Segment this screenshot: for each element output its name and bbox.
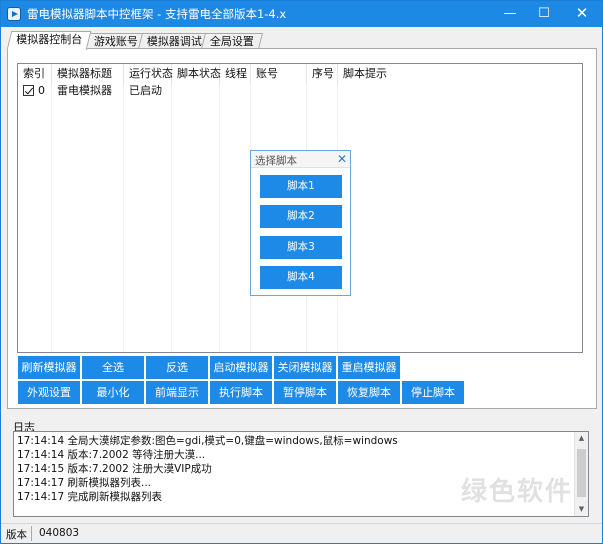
tab-global-settings[interactable]: 全局设置 bbox=[201, 33, 263, 49]
select-script-dialog: 选择脚本 ✕ 脚本1 脚本2 脚本3 脚本4 bbox=[250, 150, 351, 296]
appearance-settings-button[interactable]: 外观设置 bbox=[18, 381, 80, 404]
cell-index: 0 bbox=[38, 84, 45, 97]
column-header-account[interactable]: 账号 bbox=[251, 64, 307, 84]
resume-script-button[interactable]: 恢复脚本 bbox=[338, 381, 400, 404]
grid-line bbox=[123, 84, 124, 352]
scroll-down-arrow-icon[interactable]: ▼ bbox=[575, 503, 588, 516]
dialog-close-icon[interactable]: ✕ bbox=[337, 152, 347, 166]
log-line: 17:14:14 全局大漠绑定参数:图色=gdi,模式=0,键盘=windows… bbox=[17, 435, 398, 447]
log-line: 17:14:17 完成刷新模拟器列表 bbox=[17, 491, 162, 503]
log-scrollbar[interactable]: ▲ ▼ bbox=[574, 432, 588, 516]
scroll-up-arrow-icon[interactable]: ▲ bbox=[575, 432, 588, 445]
list-header: 索引 模拟器标题 运行状态 脚本状态 线程 账号 序号 脚本提示 bbox=[18, 64, 582, 84]
version-label: 版本 bbox=[6, 529, 27, 541]
script-4-button[interactable]: 脚本4 bbox=[260, 266, 342, 289]
column-header-script-status[interactable]: 脚本状态 bbox=[172, 64, 221, 84]
script-2-button[interactable]: 脚本2 bbox=[260, 205, 342, 228]
stop-script-button[interactable]: 停止脚本 bbox=[402, 381, 464, 404]
run-script-button[interactable]: 执行脚本 bbox=[210, 381, 272, 404]
column-header-seq[interactable]: 序号 bbox=[307, 64, 338, 84]
title-bar[interactable]: 雷电模拟器脚本中控框架 - 支持雷电全部版本1-4.x — ☐ ✕ bbox=[1, 1, 602, 27]
minimize-button[interactable]: — bbox=[493, 1, 527, 27]
close-button[interactable]: ✕ bbox=[565, 1, 599, 27]
version-value: 040803 bbox=[39, 527, 80, 539]
pause-script-button[interactable]: 暂停脚本 bbox=[274, 381, 336, 404]
close-emulator-button[interactable]: 关闭模拟器 bbox=[274, 356, 336, 379]
grid-line bbox=[219, 84, 220, 352]
tab-strip: 模拟器控制台 游戏账号 模拟器调试 全局设置 bbox=[6, 31, 597, 50]
column-header-thread[interactable]: 线程 bbox=[220, 64, 251, 84]
log-line: 17:14:14 版本:7.2002 等待注册大漠... bbox=[17, 449, 206, 461]
log-line: 17:14:15 版本:7.2002 注册大漠VIP成功 bbox=[17, 463, 212, 475]
restart-emulator-button[interactable]: 重启模拟器 bbox=[338, 356, 400, 379]
select-all-button[interactable]: 全选 bbox=[82, 356, 144, 379]
row-checkbox-checked[interactable] bbox=[23, 85, 34, 96]
dialog-title-bar[interactable]: 选择脚本 ✕ bbox=[251, 151, 350, 168]
minimize-emulator-button[interactable]: 最小化 bbox=[82, 381, 144, 404]
status-bar: 版本 040803 bbox=[1, 523, 602, 543]
column-header-run-status[interactable]: 运行状态 bbox=[124, 64, 173, 84]
tab-emulator-debug[interactable]: 模拟器调试 bbox=[138, 33, 211, 49]
column-header-index[interactable]: 索引 bbox=[18, 64, 52, 84]
script-3-button[interactable]: 脚本3 bbox=[260, 236, 342, 259]
column-header-script-tip[interactable]: 脚本提示 bbox=[338, 64, 582, 84]
grid-line bbox=[171, 84, 172, 352]
main-window: 雷电模拟器脚本中控框架 - 支持雷电全部版本1-4.x — ☐ ✕ 模拟器控制台… bbox=[0, 0, 603, 544]
log-line: 17:14:17 刷新模拟器列表... bbox=[17, 477, 152, 489]
grid-line bbox=[51, 84, 52, 352]
refresh-emulators-button[interactable]: 刷新模拟器 bbox=[18, 356, 80, 379]
tab-emulator-console[interactable]: 模拟器控制台 bbox=[6, 31, 92, 50]
maximize-button[interactable]: ☐ bbox=[527, 1, 561, 27]
bring-to-front-button[interactable]: 前端显示 bbox=[146, 381, 208, 404]
table-row[interactable]: 0 雷电模拟器 已启动 bbox=[18, 83, 582, 99]
scroll-thumb[interactable] bbox=[577, 449, 586, 497]
cell-title: 雷电模拟器 bbox=[57, 84, 112, 97]
status-separator bbox=[31, 526, 32, 541]
watermark-logo: 绿色软件 bbox=[461, 477, 574, 507]
app-play-icon bbox=[7, 7, 21, 21]
start-emulator-button[interactable]: 启动模拟器 bbox=[210, 356, 272, 379]
dialog-title: 选择脚本 bbox=[255, 155, 297, 167]
column-header-title[interactable]: 模拟器标题 bbox=[52, 64, 124, 84]
window-title: 雷电模拟器脚本中控框架 - 支持雷电全部版本1-4.x bbox=[27, 7, 287, 21]
cell-run-status: 已启动 bbox=[129, 84, 162, 97]
script-1-button[interactable]: 脚本1 bbox=[260, 175, 342, 198]
invert-selection-button[interactable]: 反选 bbox=[146, 356, 208, 379]
